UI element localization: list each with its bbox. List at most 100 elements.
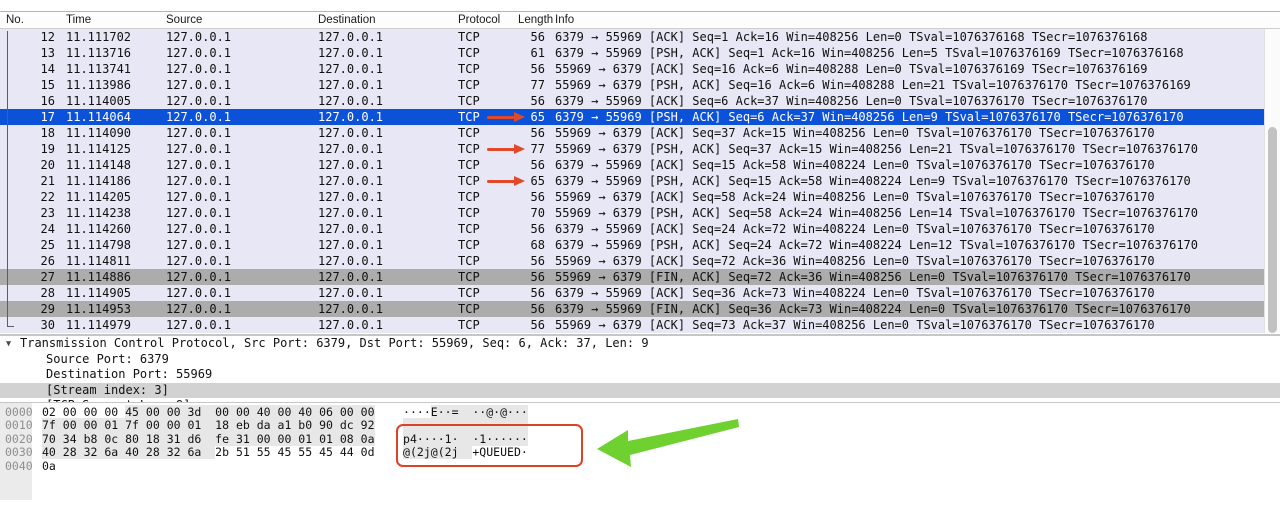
cell-protocol: TCP: [458, 29, 480, 45]
column-header-protocol[interactable]: Protocol: [458, 13, 500, 28]
hex-byte: 7f: [125, 418, 146, 432]
hex-offset: 0030: [5, 446, 33, 459]
packet-row[interactable]: 2311.114238127.0.0.1127.0.0.1TCP7055969 …: [0, 205, 1264, 221]
packet-row[interactable]: 2911.114953127.0.0.1127.0.0.1TCP566379 →…: [0, 301, 1264, 317]
packet-row[interactable]: 2111.114186127.0.0.1127.0.0.1TCP656379 →…: [0, 173, 1264, 189]
cell-time: 11.114148: [66, 157, 131, 173]
detail-row[interactable]: Destination Port: 55969: [0, 367, 1280, 383]
hex-byte: 28: [146, 445, 167, 459]
column-header-no[interactable]: No.: [6, 13, 24, 28]
column-header-length[interactable]: Length: [518, 13, 553, 28]
packet-list[interactable]: 1211.111702127.0.0.1127.0.0.1TCP566379 →…: [0, 29, 1280, 333]
hex-offset: 0010: [5, 419, 33, 432]
hex-byte: 0d: [361, 445, 375, 459]
expander-triangle-icon[interactable]: ▼: [6, 337, 11, 353]
arrow-head: [514, 112, 525, 122]
packet-bytes-pane[interactable]: 000002 00 00 00 45 00 00 3d 00 00 40 00 …: [0, 402, 1280, 508]
cell-protocol: TCP: [458, 173, 480, 189]
hex-byte: 00: [167, 418, 188, 432]
packet-row[interactable]: 2711.114886127.0.0.1127.0.0.1TCP5655969 …: [0, 269, 1264, 285]
hex-byte: 01: [319, 432, 340, 446]
ascii-char: ·: [521, 405, 528, 419]
packet-row[interactable]: 2511.114798127.0.0.1127.0.0.1TCP686379 →…: [0, 237, 1264, 253]
hex-byte: 40: [298, 405, 319, 419]
cell-destination: 127.0.0.1: [318, 141, 383, 157]
packet-row[interactable]: 2611.114811127.0.0.1127.0.0.1TCP5655969 …: [0, 253, 1264, 269]
hex-byte: dc: [340, 418, 361, 432]
hex-byte: 40: [257, 405, 278, 419]
ascii-char: ·: [424, 405, 431, 419]
hex-byte: 34: [63, 432, 84, 446]
arrow-head: [514, 144, 525, 154]
cell-length: 56: [498, 125, 545, 141]
hex-byte: 00: [278, 405, 299, 419]
hex-byte: 00: [104, 405, 125, 419]
hex-byte: 00: [146, 405, 167, 419]
packet-row[interactable]: 2211.114205127.0.0.1127.0.0.1TCP5655969 …: [0, 189, 1264, 205]
column-header-source[interactable]: Source: [166, 13, 202, 28]
scrollbar-thumb[interactable]: [1268, 127, 1277, 333]
packet-row[interactable]: 2811.114905127.0.0.1127.0.0.1TCP566379 →…: [0, 285, 1264, 301]
cell-destination: 127.0.0.1: [318, 93, 383, 109]
ascii-char: =: [452, 405, 473, 419]
scrollbar-track[interactable]: [1264, 29, 1280, 333]
cell-time: 11.114005: [66, 93, 131, 109]
hex-bytes: 02 00 00 00 45 00 00 3d 00 00 40 00 40 0…: [42, 406, 375, 419]
cell-time: 11.114186: [66, 173, 131, 189]
cell-source: 127.0.0.1: [166, 253, 231, 269]
packet-row[interactable]: 1811.114090127.0.0.1127.0.0.1TCP5655969 …: [0, 125, 1264, 141]
cell-length: 56: [498, 189, 545, 205]
packet-row[interactable]: 2011.114148127.0.0.1127.0.0.1TCP566379 →…: [0, 157, 1264, 173]
hex-bytes: 40 28 32 6a 40 28 32 6a 2b 51 55 45 55 4…: [42, 446, 375, 459]
cell-info: 6379 → 55969 [ACK] Seq=24 Ack=72 Win=408…: [555, 221, 1246, 237]
column-header-destination[interactable]: Destination: [318, 13, 376, 28]
cell-info: 6379 → 55969 [ACK] Seq=15 Ack=58 Win=408…: [555, 157, 1246, 173]
cell-destination: 127.0.0.1: [318, 125, 383, 141]
packet-row[interactable]: 2411.114260127.0.0.1127.0.0.1TCP566379 →…: [0, 221, 1264, 237]
hex-byte: 40: [42, 445, 63, 459]
packet-list-header[interactable]: No. Time Source Destination Protocol LengthIn…: [0, 12, 1280, 29]
packet-row[interactable]: 1211.111702127.0.0.1127.0.0.1TCP566379 →…: [0, 29, 1264, 45]
hex-bytes: 7f 00 00 01 7f 00 00 01 18 eb da a1 b0 9…: [42, 419, 375, 432]
column-header-time[interactable]: Time: [66, 13, 91, 28]
hex-offset: 0020: [5, 433, 33, 446]
cell-source: 127.0.0.1: [166, 173, 231, 189]
packet-row[interactable]: 1411.113741127.0.0.1127.0.0.1TCP5655969 …: [0, 61, 1264, 77]
column-header-info[interactable]: Info: [555, 13, 574, 28]
cell-source: 127.0.0.1: [166, 221, 231, 237]
wireshark-window: No. Time Source Destination Protocol LengthIn…: [0, 0, 1280, 508]
cell-time: 11.114090: [66, 125, 131, 141]
packet-row[interactable]: 1911.114125127.0.0.1127.0.0.1TCP7755969 …: [0, 141, 1264, 157]
cell-source: 127.0.0.1: [166, 29, 231, 45]
packet-details-pane[interactable]: ▼Transmission Control Protocol, Src Port…: [0, 334, 1280, 402]
cell-destination: 127.0.0.1: [318, 173, 383, 189]
hex-byte: d6: [187, 432, 215, 446]
packet-row[interactable]: 1711.114064127.0.0.1127.0.0.1TCP656379 →…: [0, 109, 1264, 125]
cell-length: 56: [498, 253, 545, 269]
detail-row[interactable]: [Stream index: 3]: [0, 383, 1280, 399]
packet-row[interactable]: 1611.114005127.0.0.1127.0.0.1TCP566379 →…: [0, 93, 1264, 109]
hex-ascii: ····E··= ··@·@···: [403, 406, 528, 419]
packet-row[interactable]: 1311.113716127.0.0.1127.0.0.1TCP616379 →…: [0, 45, 1264, 61]
detail-row[interactable]: Source Port: 6379: [0, 352, 1280, 368]
cell-protocol: TCP: [458, 205, 480, 221]
packet-row[interactable]: 1511.113986127.0.0.1127.0.0.1TCP7755969 …: [0, 77, 1264, 93]
cell-source: 127.0.0.1: [166, 205, 231, 221]
hex-byte: 31: [236, 432, 257, 446]
cell-destination: 127.0.0.1: [318, 301, 383, 317]
cell-time: 11.114125: [66, 141, 131, 157]
detail-row[interactable]: ▼Transmission Control Protocol, Src Port…: [0, 336, 1280, 352]
cell-info: 55969 → 6379 [PSH, ACK] Seq=16 Ack=6 Win…: [555, 77, 1246, 93]
hex-bytes: 70 34 b8 0c 80 18 31 d6 fe 31 00 00 01 0…: [42, 433, 375, 446]
ascii-char: ·: [410, 405, 417, 419]
hex-byte: 6a: [104, 445, 125, 459]
cell-protocol: TCP: [458, 109, 480, 125]
toolbar-edge: [0, 0, 1280, 12]
cell-source: 127.0.0.1: [166, 45, 231, 61]
cell-info: 6379 → 55969 [PSH, ACK] Seq=15 Ack=58 Wi…: [555, 173, 1246, 189]
annotation-green-arrow-icon: [592, 409, 744, 471]
packet-row[interactable]: 3011.114979127.0.0.1127.0.0.1TCP5655969 …: [0, 317, 1264, 333]
cell-info: 55969 → 6379 [FIN, ACK] Seq=72 Ack=36 Wi…: [555, 269, 1246, 285]
cell-info: 55969 → 6379 [ACK] Seq=58 Ack=24 Win=408…: [555, 189, 1246, 205]
cell-length: 68: [498, 237, 545, 253]
